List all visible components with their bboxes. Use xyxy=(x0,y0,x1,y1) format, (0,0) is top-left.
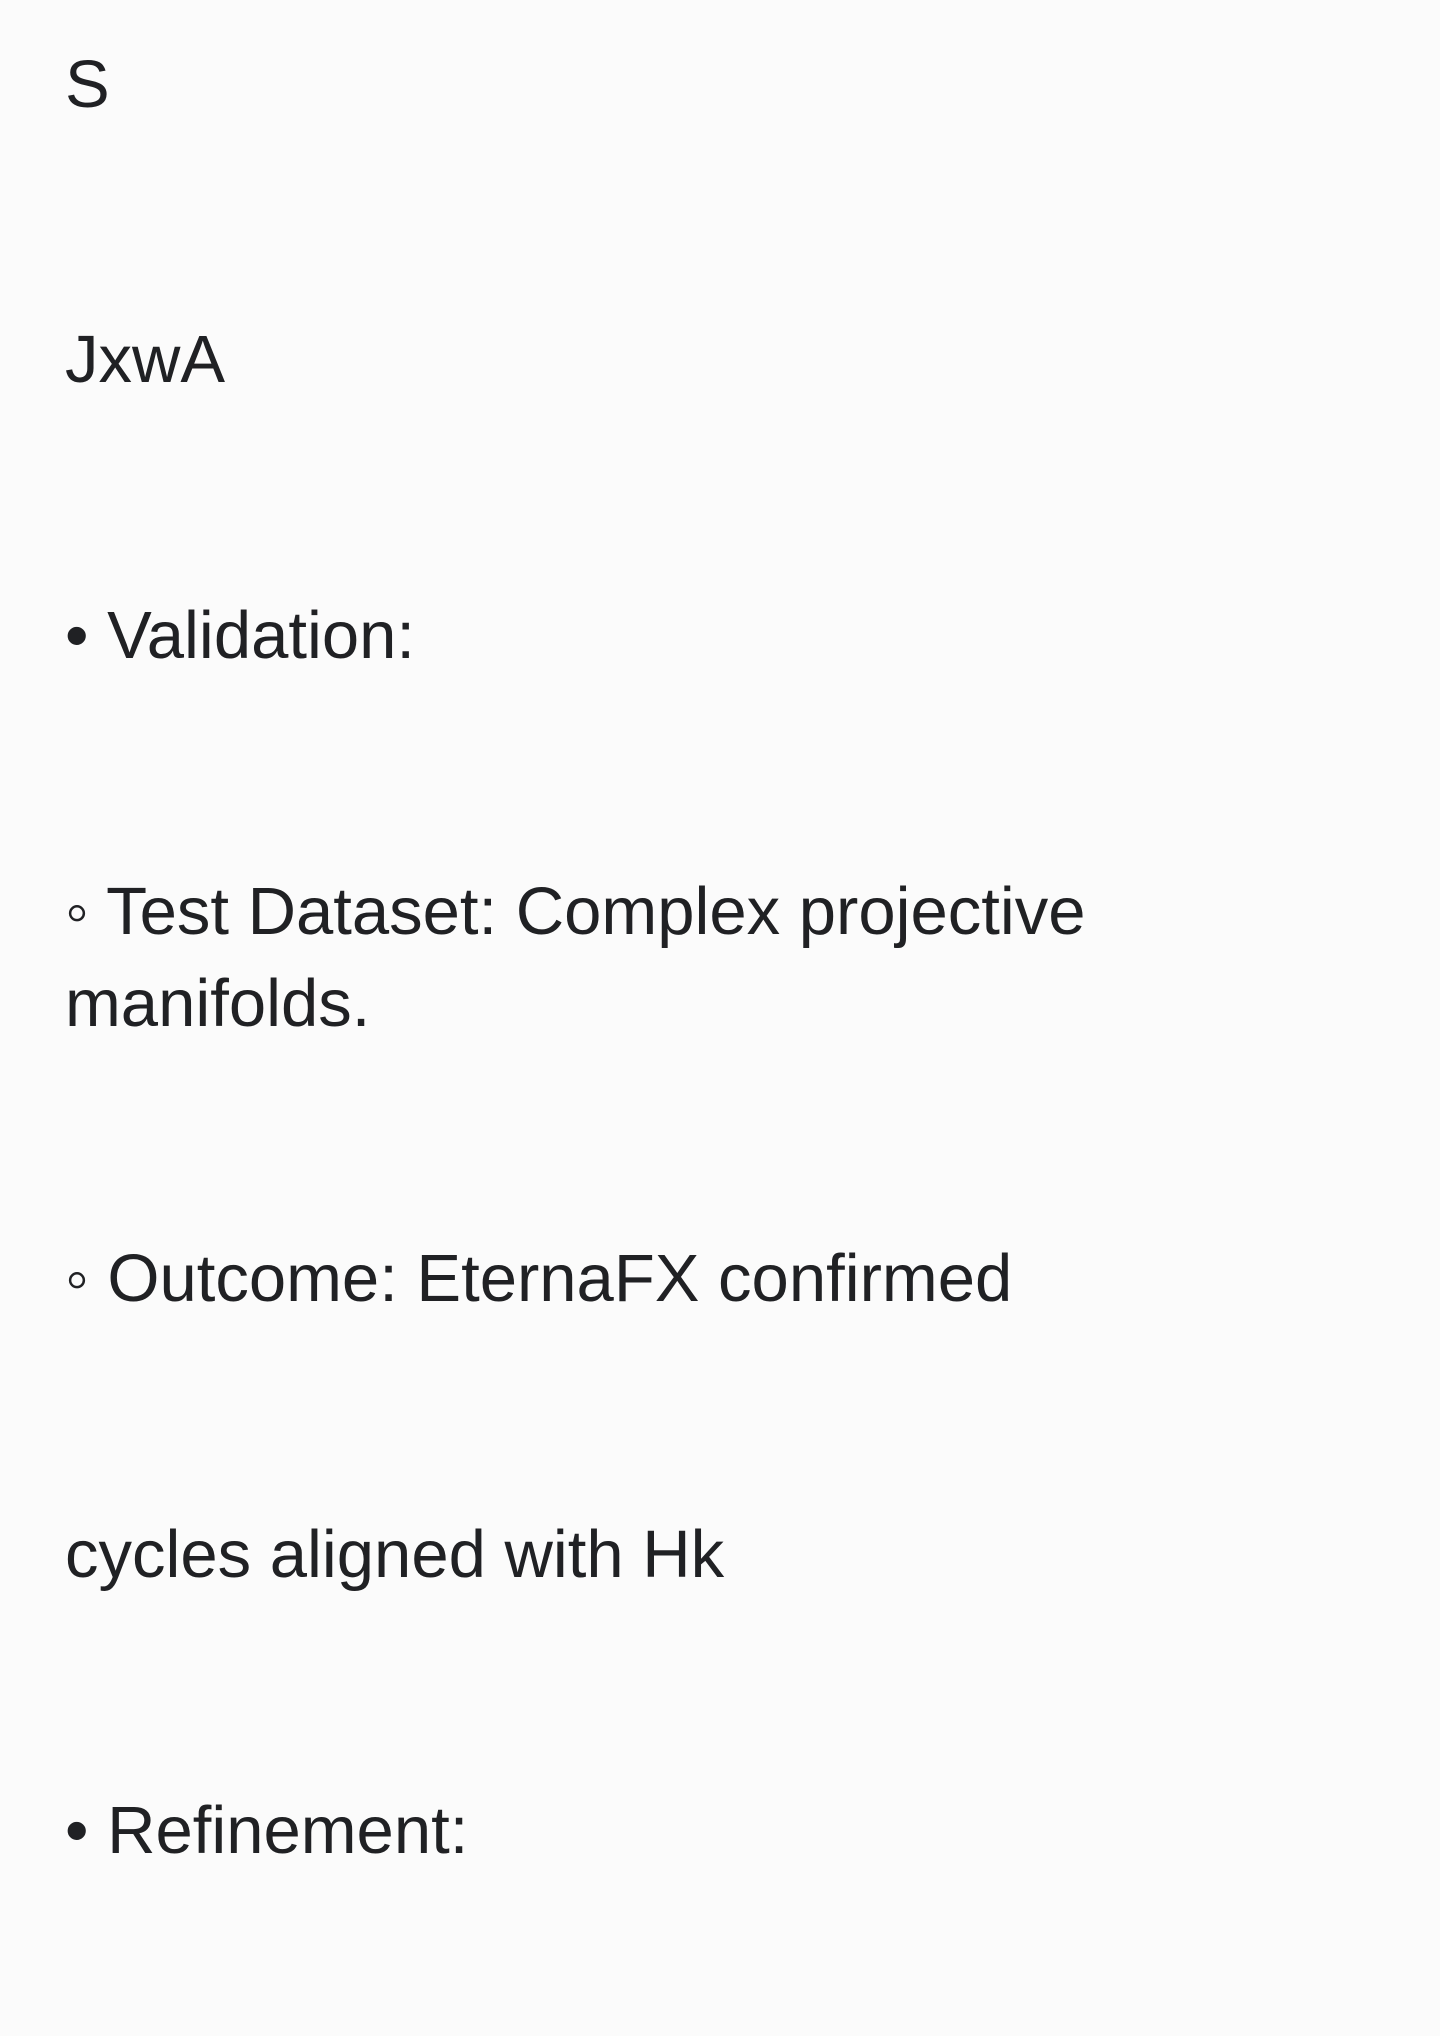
note-line: S xyxy=(65,47,110,122)
sub-bullet-outcome: ◦ Outcome: EternaFX confirmed xyxy=(65,1241,1013,1316)
note-line: cycles aligned with Hk xyxy=(65,1517,725,1592)
bullet-line-refinement: • Refinement: xyxy=(65,1793,469,1868)
note-line: JxwA xyxy=(65,322,226,397)
note-body[interactable]: S JxwA • Validation: ◦ Test Dataset: Com… xyxy=(0,0,1440,2036)
bullet-line-validation: • Validation: xyxy=(65,598,415,673)
sub-bullet-test-dataset: ◦ Test Dataset: Complex projective manif… xyxy=(65,874,1086,1041)
